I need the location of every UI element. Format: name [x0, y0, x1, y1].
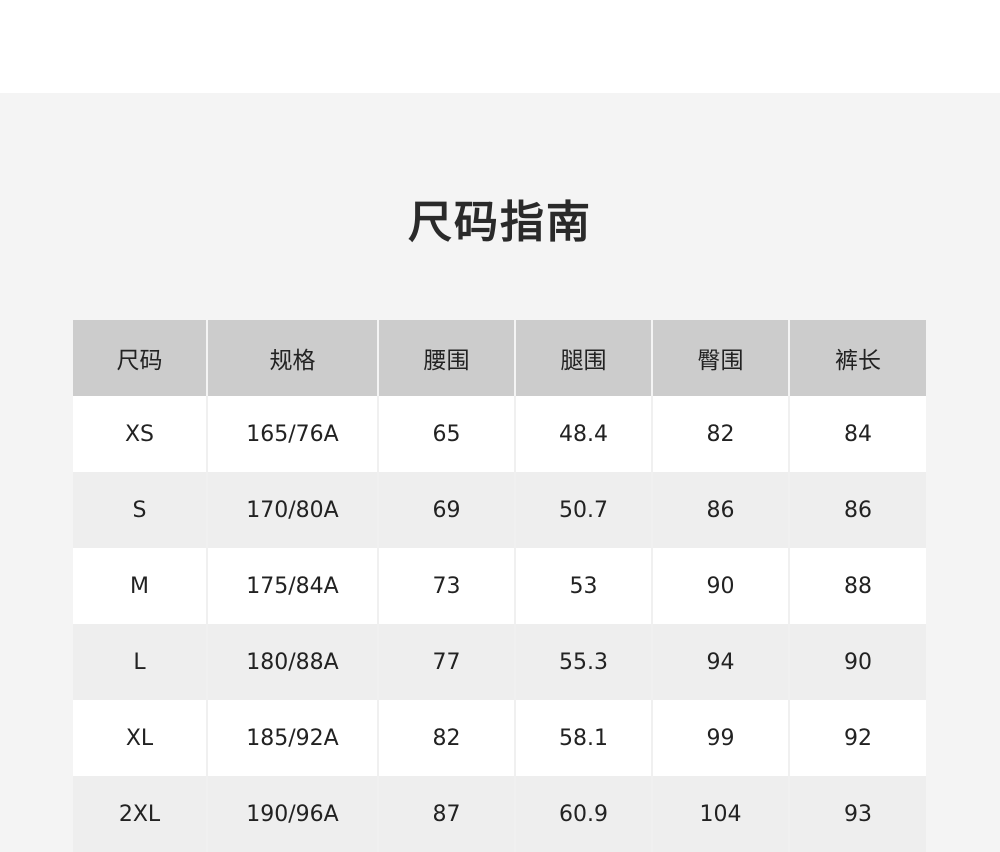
cell-size: L: [73, 624, 207, 700]
cell-size: XS: [73, 396, 207, 472]
cell-length: 86: [788, 472, 926, 548]
cell-leg: 53: [514, 548, 652, 624]
cell-spec: 175/84A: [206, 548, 378, 624]
cell-leg: 48.4: [514, 396, 652, 472]
table-row: L 180/88A 77 55.3 94 90: [73, 624, 926, 700]
cell-spec: 165/76A: [206, 396, 378, 472]
cell-waist: 77: [377, 624, 515, 700]
table-row: S 170/80A 69 50.7 86 86: [73, 472, 926, 548]
cell-hip: 90: [651, 548, 789, 624]
table-row: XS 165/76A 65 48.4 82 84: [73, 396, 926, 472]
table-row: 2XL 190/96A 87 60.9 104 93: [73, 776, 926, 852]
cell-size: S: [73, 472, 207, 548]
cell-size: XL: [73, 700, 207, 776]
cell-spec: 190/96A: [206, 776, 378, 852]
cell-hip: 86: [651, 472, 789, 548]
cell-hip: 104: [651, 776, 789, 852]
table-header: 尺码 规格 腰围 腿围 臀围 裤长: [73, 320, 926, 396]
table-row: M 175/84A 73 53 90 88: [73, 548, 926, 624]
cell-length: 90: [788, 624, 926, 700]
cell-waist: 65: [377, 396, 515, 472]
cell-hip: 82: [651, 396, 789, 472]
header-size: 尺码: [73, 320, 207, 396]
cell-length: 93: [788, 776, 926, 852]
cell-spec: 185/92A: [206, 700, 378, 776]
header-row: 尺码 规格 腰围 腿围 臀围 裤长: [73, 320, 926, 396]
cell-hip: 94: [651, 624, 789, 700]
header-spec: 规格: [206, 320, 378, 396]
cell-leg: 60.9: [514, 776, 652, 852]
table-body: XS 165/76A 65 48.4 82 84 S 170/80A 69 50…: [73, 396, 926, 852]
top-band: [0, 0, 1000, 93]
cell-waist: 73: [377, 548, 515, 624]
size-table: 尺码 规格 腰围 腿围 臀围 裤长 XS 165/76A 65 48.4 82 …: [73, 320, 926, 852]
cell-hip: 99: [651, 700, 789, 776]
cell-length: 88: [788, 548, 926, 624]
page-title: 尺码指南: [408, 197, 592, 248]
cell-spec: 180/88A: [206, 624, 378, 700]
cell-waist: 87: [377, 776, 515, 852]
cell-leg: 58.1: [514, 700, 652, 776]
header-waist: 腰围: [377, 320, 515, 396]
cell-waist: 69: [377, 472, 515, 548]
header-leg: 腿围: [514, 320, 652, 396]
cell-length: 92: [788, 700, 926, 776]
header-hip: 臀围: [651, 320, 789, 396]
header-length: 裤长: [788, 320, 926, 396]
cell-waist: 82: [377, 700, 515, 776]
table-row: XL 185/92A 82 58.1 99 92: [73, 700, 926, 776]
cell-leg: 55.3: [514, 624, 652, 700]
cell-spec: 170/80A: [206, 472, 378, 548]
cell-leg: 50.7: [514, 472, 652, 548]
cell-size: M: [73, 548, 207, 624]
cell-size: 2XL: [73, 776, 207, 852]
cell-length: 84: [788, 396, 926, 472]
